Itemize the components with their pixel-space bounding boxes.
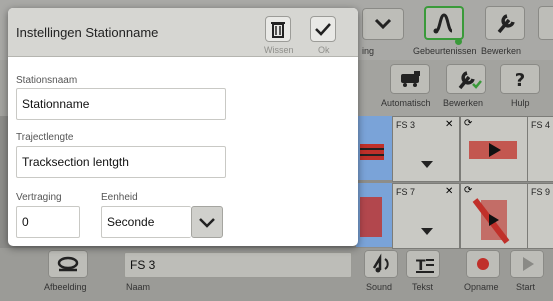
help-icon: ? [515, 70, 525, 91]
track-icon [472, 198, 510, 244]
name-value: FS 3 [130, 258, 156, 272]
fs-cell[interactable]: FS 3 ✕ [392, 116, 460, 182]
ok-button[interactable] [310, 16, 336, 42]
sound-icon [372, 253, 389, 273]
events-icon [433, 13, 453, 34]
close-icon[interactable]: ✕ [445, 119, 453, 130]
fs-cell[interactable]: FS 4 [527, 116, 553, 182]
automatic-label: Automatisch [381, 98, 431, 108]
station-name-value: Stationname [22, 97, 90, 111]
train-icon [57, 256, 79, 272]
automatic-button[interactable] [390, 64, 430, 94]
image-label: Afbeelding [44, 282, 87, 292]
delete-button[interactable] [265, 16, 291, 42]
trash-icon [271, 22, 285, 38]
dialog-title: Instellingen Stationname [16, 25, 159, 40]
unit-dropdown-button[interactable] [191, 206, 223, 238]
fs-cell-label: FS 3 [396, 120, 416, 130]
sound-button[interactable] [364, 250, 398, 278]
chevron-down-icon[interactable] [421, 228, 433, 236]
chevron-down-icon [374, 18, 392, 30]
events-status-dot [455, 38, 462, 45]
record-button[interactable] [466, 250, 500, 278]
chevron-down-icon[interactable] [421, 161, 433, 169]
track-length-value: Tracksection lentgth [22, 155, 129, 169]
delay-input[interactable]: 0 [16, 206, 80, 238]
wrench-icon [458, 71, 482, 90]
fs-cell[interactable]: FS 7 ✕ [392, 183, 460, 249]
settings-dialog: Instellingen Stationname Wissen Ok Stati… [8, 8, 358, 246]
close-icon[interactable]: ✕ [445, 186, 453, 197]
delay-label: Vertraging [16, 192, 62, 203]
help-label: Hulp [511, 98, 530, 108]
rotate-icon: ⟳ [464, 118, 473, 129]
track-icon [360, 197, 382, 237]
edit-label: Bewerken [481, 46, 522, 56]
record-icon [477, 258, 489, 270]
fs-cell-label: FS 4 [531, 120, 551, 130]
wrench-icon [497, 14, 515, 34]
help-button[interactable]: ? [500, 64, 540, 94]
delay-value: 0 [22, 215, 29, 229]
more-button[interactable] [538, 6, 553, 40]
edit-mode-label: Bewerken [443, 98, 484, 108]
check-icon [315, 23, 331, 36]
fs-cell[interactable]: ⟳ [460, 183, 528, 249]
fs-cell[interactable]: ⟳ [460, 116, 528, 182]
chevron-down-icon [199, 218, 215, 228]
delete-label: Wissen [264, 45, 294, 55]
unit-value: Seconde [107, 215, 155, 229]
start-label: Start [516, 282, 536, 292]
track-length-label: Trajectlengte [16, 132, 74, 143]
train-icon [469, 141, 517, 159]
image-button[interactable] [48, 250, 88, 278]
fs-cell-label: FS 7 [396, 187, 416, 197]
track-length-input[interactable]: Tracksection lentgth [16, 146, 226, 178]
text-button[interactable]: T [406, 250, 440, 278]
fs-cell-label: FS 9 [531, 187, 551, 197]
start-button[interactable] [510, 250, 544, 278]
unit-label: Eenheid [101, 192, 138, 203]
play-icon [523, 257, 534, 271]
chevron-toolbar-button[interactable] [362, 8, 404, 40]
record-label: Opname [464, 282, 499, 292]
fs-cell[interactable]: FS 9 [527, 183, 553, 249]
events-label: Gebeurtenissen [413, 46, 477, 56]
edit-button[interactable] [485, 6, 525, 40]
ok-label: Ok [318, 45, 330, 55]
text-icon: T [416, 258, 434, 274]
station-name-label: Stationsnaam [16, 75, 78, 86]
svg-text:?: ? [515, 70, 525, 91]
selected-cell[interactable] [356, 116, 392, 180]
selected-cell[interactable] [356, 183, 392, 247]
name-field[interactable]: FS 3 [124, 252, 352, 278]
train-icon [401, 71, 420, 87]
track-icon [360, 144, 384, 160]
sound-label: Sound [366, 282, 393, 292]
events-button[interactable] [424, 6, 464, 40]
toolbar-item-label: ing [362, 46, 375, 56]
text-label: Tekst [412, 282, 434, 292]
unit-select[interactable]: Seconde [101, 206, 191, 238]
name-label: Naam [126, 282, 151, 292]
edit-mode-button[interactable] [446, 64, 486, 94]
station-name-input[interactable]: Stationname [16, 88, 226, 120]
